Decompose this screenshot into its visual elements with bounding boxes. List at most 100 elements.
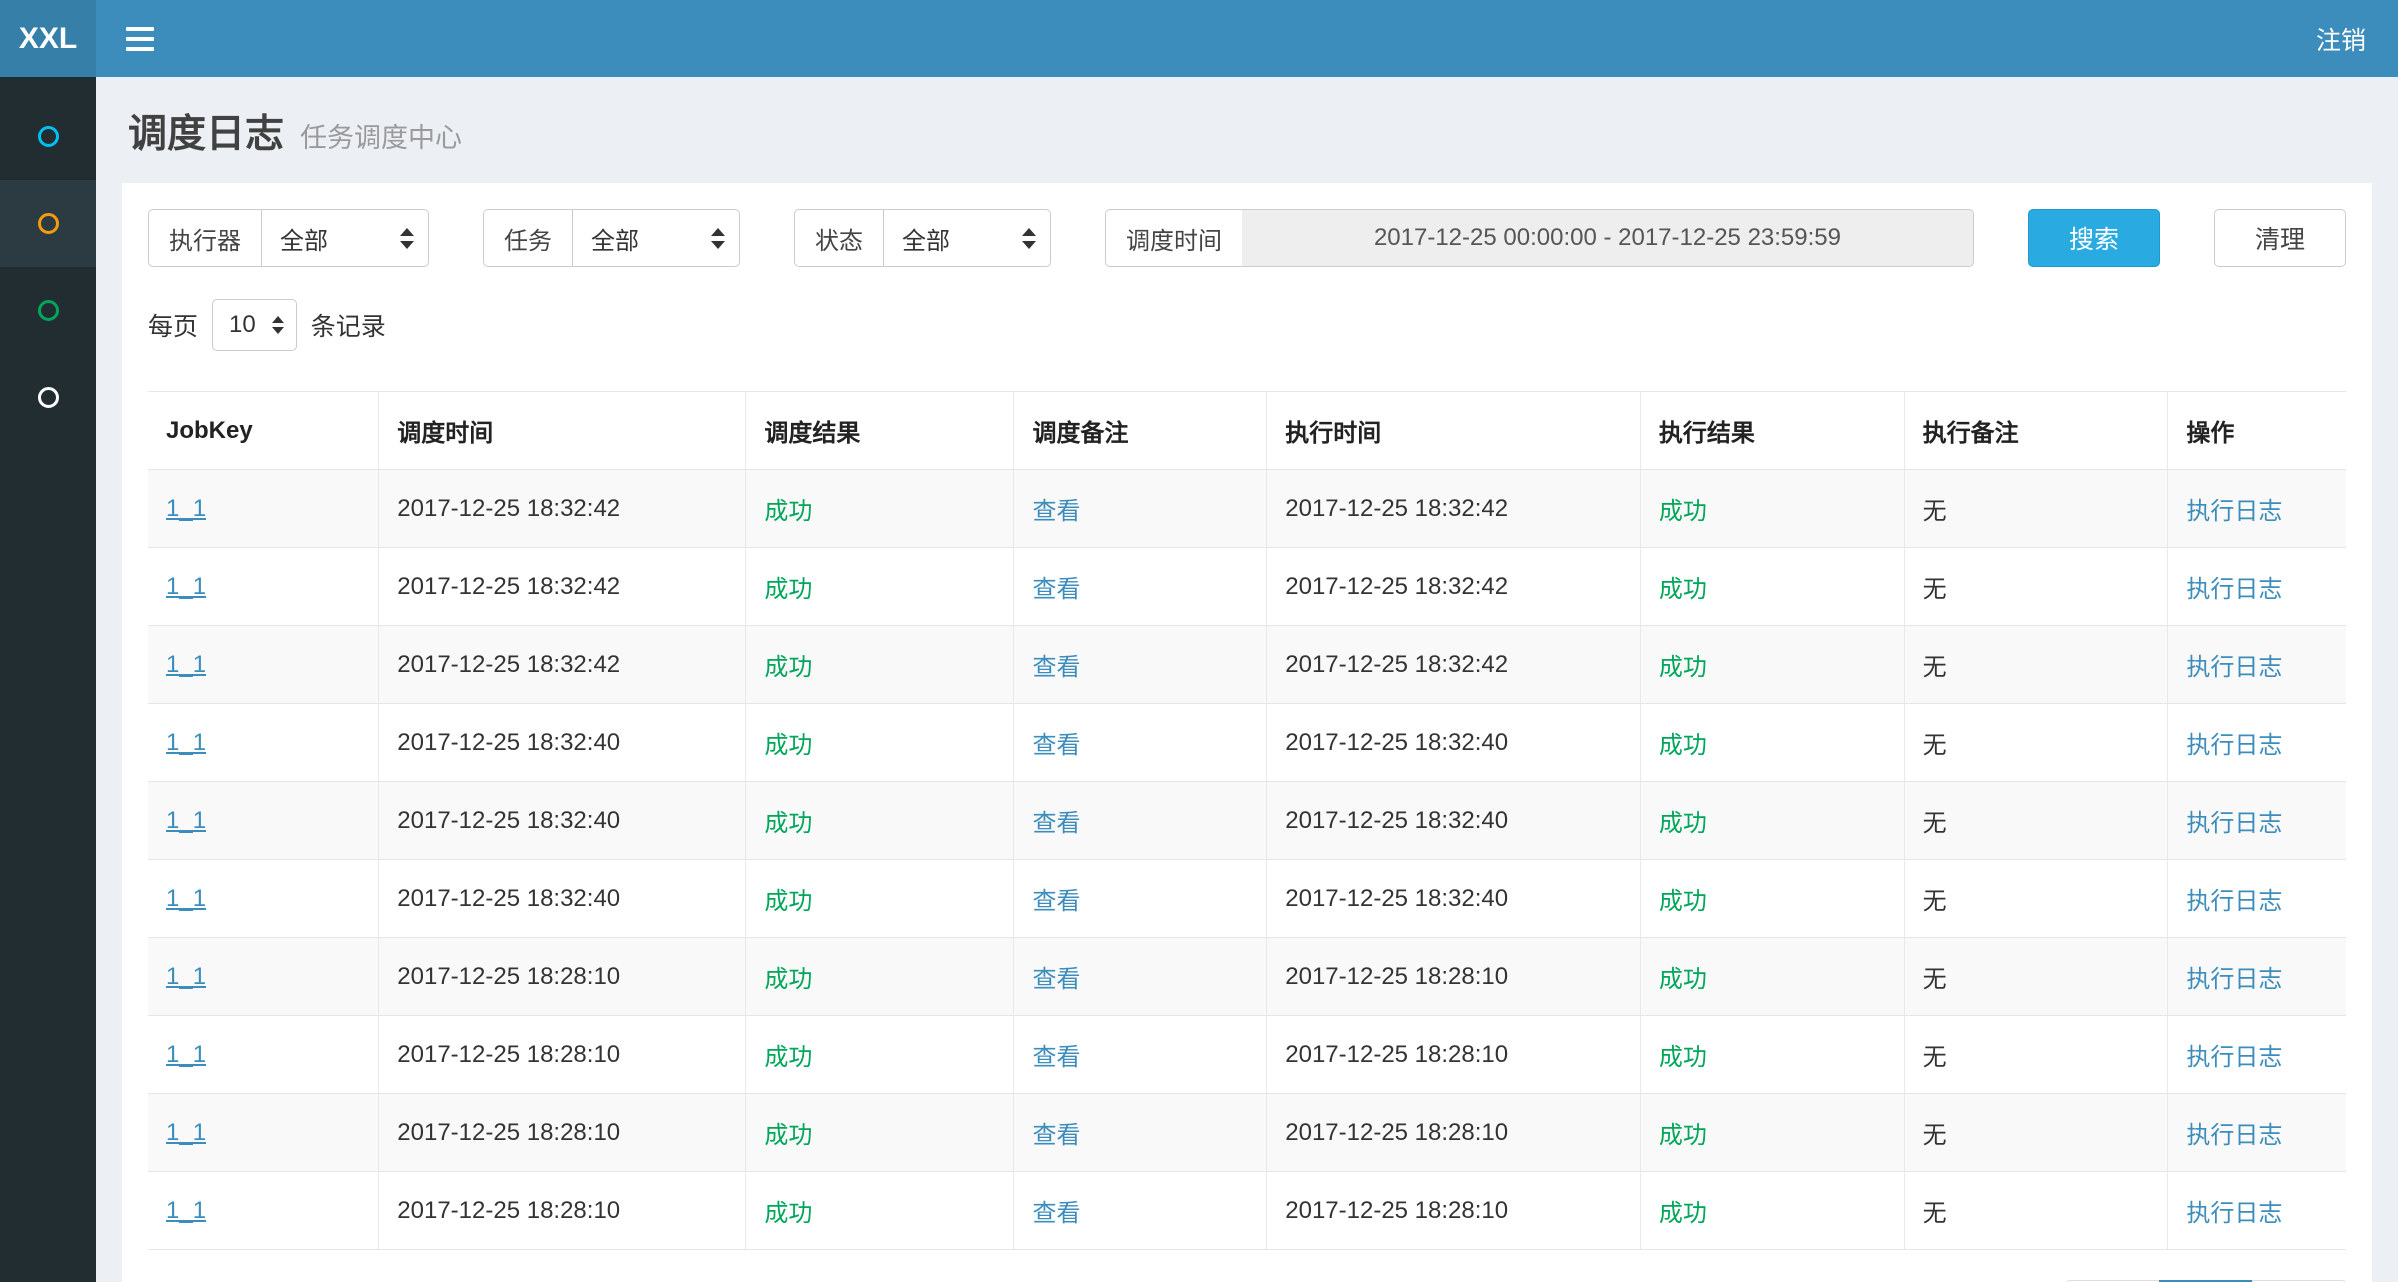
exec-log-link[interactable]: 执行日志 — [2186, 498, 2282, 525]
sidebar-item-3[interactable] — [0, 267, 96, 354]
exec-result-cell: 成功 — [1659, 1122, 1707, 1149]
exec-remark-cell: 无 — [1923, 966, 1947, 993]
exec-remark-cell: 无 — [1923, 1200, 1947, 1227]
sidebar-toggle-button[interactable] — [96, 0, 184, 77]
table-row: 1_1 2017-12-25 18:28:10 成功 查看 2017-12-25… — [148, 1172, 2346, 1250]
exec-log-link[interactable]: 执行日志 — [2186, 576, 2282, 603]
exec-time-cell: 2017-12-25 18:28:10 — [1285, 1041, 1508, 1068]
column-header-action: 操作 — [2168, 392, 2346, 470]
table-row: 1_1 2017-12-25 18:32:40 成功 查看 2017-12-25… — [148, 704, 2346, 782]
jobkey-link[interactable]: 1_1 — [166, 651, 206, 678]
exec-log-link[interactable]: 执行日志 — [2186, 732, 2282, 759]
dispatch-result-cell: 成功 — [764, 498, 812, 525]
jobkey-link[interactable]: 1_1 — [166, 963, 206, 990]
dispatch-remark-link[interactable]: 查看 — [1032, 966, 1080, 993]
circle-icon — [38, 387, 59, 408]
hamburger-icon — [126, 37, 154, 41]
table-row: 1_1 2017-12-25 18:28:10 成功 查看 2017-12-25… — [148, 1016, 2346, 1094]
filter-executor: 执行器 全部 — [148, 209, 429, 267]
exec-remark-cell: 无 — [1923, 654, 1947, 681]
hamburger-icon — [126, 47, 154, 51]
jobkey-link[interactable]: 1_1 — [166, 807, 206, 834]
per-page-control: 每页 10 条记录 — [148, 299, 2346, 351]
dispatch-remark-link[interactable]: 查看 — [1032, 654, 1080, 681]
select-arrows-icon — [400, 228, 414, 249]
dispatch-result-cell: 成功 — [764, 576, 812, 603]
exec-time-cell: 2017-12-25 18:32:42 — [1285, 495, 1508, 522]
search-button[interactable]: 搜索 — [2028, 209, 2160, 267]
exec-result-cell: 成功 — [1659, 810, 1707, 837]
main-layout: 调度日志 任务调度中心 执行器 全部 任务 — [0, 77, 2398, 1282]
filter-time: 调度时间 — [1105, 209, 1974, 267]
dispatch-remark-link[interactable]: 查看 — [1032, 498, 1080, 525]
column-header-dispatch-time: 调度时间 — [379, 392, 746, 470]
column-header-exec-remark: 执行备注 — [1904, 392, 2168, 470]
column-header-jobkey: JobKey — [148, 392, 379, 470]
hamburger-icon — [126, 27, 154, 31]
jobkey-link[interactable]: 1_1 — [166, 1197, 206, 1224]
column-header-exec-result: 执行结果 — [1640, 392, 1904, 470]
exec-log-link[interactable]: 执行日志 — [2186, 966, 2282, 993]
dispatch-result-cell: 成功 — [764, 654, 812, 681]
exec-time-cell: 2017-12-25 18:28:10 — [1285, 1197, 1508, 1224]
filter-executor-value: 全部 — [280, 221, 328, 256]
dispatch-remark-link[interactable]: 查看 — [1032, 810, 1080, 837]
dispatch-remark-link[interactable]: 查看 — [1032, 888, 1080, 915]
dispatch-time-cell: 2017-12-25 18:32:40 — [397, 729, 620, 756]
exec-time-cell: 2017-12-25 18:28:10 — [1285, 1119, 1508, 1146]
exec-log-link[interactable]: 执行日志 — [2186, 1044, 2282, 1071]
exec-result-cell: 成功 — [1659, 576, 1707, 603]
exec-time-cell: 2017-12-25 18:32:40 — [1285, 729, 1508, 756]
page-title: 调度日志 任务调度中心 — [128, 103, 2368, 159]
page-subtitle: 任务调度中心 — [300, 116, 462, 155]
jobkey-link[interactable]: 1_1 — [166, 573, 206, 600]
jobkey-link[interactable]: 1_1 — [166, 1041, 206, 1068]
dispatch-remark-link[interactable]: 查看 — [1032, 1122, 1080, 1149]
per-page-select[interactable]: 10 — [212, 299, 297, 351]
jobkey-link[interactable]: 1_1 — [166, 1119, 206, 1146]
dispatch-result-cell: 成功 — [764, 1200, 812, 1227]
exec-remark-cell: 无 — [1923, 1044, 1947, 1071]
dispatch-time-cell: 2017-12-25 18:28:10 — [397, 963, 620, 990]
dispatch-remark-link[interactable]: 查看 — [1032, 732, 1080, 759]
per-page-suffix: 条记录 — [311, 307, 386, 343]
dispatch-result-cell: 成功 — [764, 810, 812, 837]
filter-status-select[interactable]: 全部 — [883, 209, 1051, 267]
per-page-prefix: 每页 — [148, 307, 198, 343]
exec-log-link[interactable]: 执行日志 — [2186, 1200, 2282, 1227]
exec-remark-cell: 无 — [1923, 732, 1947, 759]
dispatch-remark-link[interactable]: 查看 — [1032, 576, 1080, 603]
exec-remark-cell: 无 — [1923, 576, 1947, 603]
exec-log-link[interactable]: 执行日志 — [2186, 654, 2282, 681]
filter-job-select[interactable]: 全部 — [572, 209, 740, 267]
sidebar-item-1[interactable] — [0, 93, 96, 180]
exec-log-link[interactable]: 执行日志 — [2186, 888, 2282, 915]
jobkey-link[interactable]: 1_1 — [166, 495, 206, 522]
table-row: 1_1 2017-12-25 18:32:42 成功 查看 2017-12-25… — [148, 548, 2346, 626]
sidebar-item-2[interactable] — [0, 180, 96, 267]
logout-link[interactable]: 注销 — [2284, 0, 2398, 77]
circle-icon — [38, 126, 59, 147]
filter-executor-select[interactable]: 全部 — [261, 209, 429, 267]
table-row: 1_1 2017-12-25 18:32:42 成功 查看 2017-12-25… — [148, 626, 2346, 704]
dispatch-remark-link[interactable]: 查看 — [1032, 1200, 1080, 1227]
dispatch-remark-link[interactable]: 查看 — [1032, 1044, 1080, 1071]
sidebar-item-4[interactable] — [0, 354, 96, 441]
exec-result-cell: 成功 — [1659, 498, 1707, 525]
select-arrows-icon — [711, 228, 725, 249]
per-page-value: 10 — [229, 311, 256, 339]
jobkey-link[interactable]: 1_1 — [166, 885, 206, 912]
clear-button[interactable]: 清理 — [2214, 209, 2346, 267]
column-header-dispatch-result: 调度结果 — [746, 392, 1014, 470]
time-range-input[interactable] — [1242, 209, 1974, 267]
column-header-exec-time: 执行时间 — [1267, 392, 1641, 470]
exec-log-link[interactable]: 执行日志 — [2186, 810, 2282, 837]
content-box: 执行器 全部 任务 全部 状态 — [122, 183, 2372, 1282]
filter-status-label: 状态 — [794, 209, 883, 267]
sidebar — [0, 77, 96, 1282]
exec-log-link[interactable]: 执行日志 — [2186, 1122, 2282, 1149]
dispatch-time-cell: 2017-12-25 18:28:10 — [397, 1197, 620, 1224]
jobkey-link[interactable]: 1_1 — [166, 729, 206, 756]
app-logo[interactable]: XXL — [0, 0, 96, 77]
filter-executor-label: 执行器 — [148, 209, 261, 267]
